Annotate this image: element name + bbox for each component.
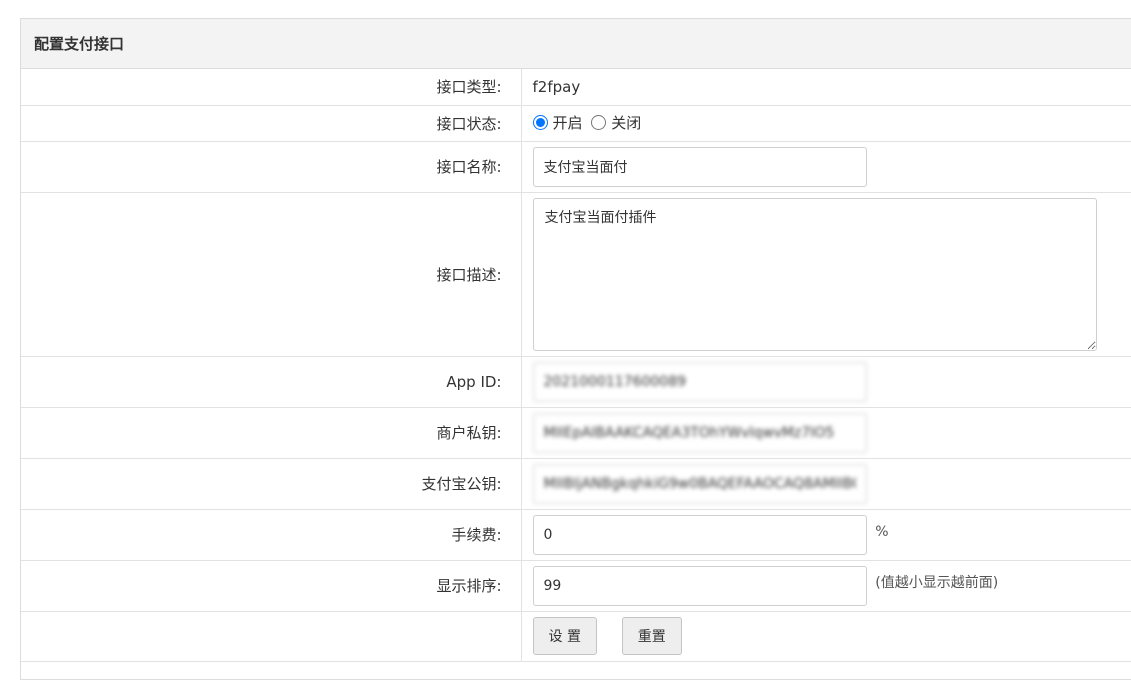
form-row-fee: 手续费: % [21, 509, 1131, 561]
app-id-input[interactable] [532, 361, 867, 402]
sort-input[interactable] [532, 565, 867, 606]
private-key-label: 商户私钥: [21, 407, 522, 459]
form-row-sort: 显示排序: (值越小显示越前面) [21, 560, 1131, 612]
name-input[interactable] [532, 146, 867, 187]
fee-label: 手续费: [21, 509, 522, 561]
form-row-private-key: 商户私钥: [21, 407, 1131, 459]
form-row-public-key: 支付宝公钥: [21, 458, 1131, 510]
status-on-radio[interactable] [532, 115, 548, 130]
submit-button[interactable]: 设 置 [532, 617, 597, 655]
form-row-status: 接口状态: 开启 关闭 [21, 105, 1131, 142]
type-value: f2fpay [532, 77, 581, 96]
form-row-type: 接口类型: f2fpay [21, 69, 1131, 106]
description-label: 接口描述: [21, 192, 522, 357]
status-off-radio[interactable] [591, 115, 607, 130]
config-form: 接口类型: f2fpay 接口状态: 开启 关闭 接口名称: 接口描述: 支 [21, 69, 1131, 662]
sort-hint: (值越小显示越前面) [875, 575, 999, 591]
form-row-app-id: App ID: [21, 356, 1131, 408]
status-off-option[interactable]: 关闭 [591, 112, 641, 133]
name-label: 接口名称: [21, 141, 522, 193]
public-key-input[interactable] [532, 463, 867, 504]
status-on-label: 开启 [552, 114, 583, 132]
app-id-label: App ID: [21, 356, 522, 408]
config-panel: 配置支付接口 接口类型: f2fpay 接口状态: 开启 关闭 接口名称: 支付… [20, 18, 1131, 680]
form-row-name: 接口名称: [21, 141, 1131, 193]
public-key-label: 支付宝公钥: [21, 458, 522, 510]
sort-label: 显示排序: [21, 560, 522, 612]
status-off-label: 关闭 [611, 114, 642, 132]
actions-label-cell [21, 611, 522, 662]
fee-input[interactable] [532, 514, 867, 555]
private-key-input[interactable] [532, 412, 867, 453]
type-label: 接口类型: [21, 69, 522, 106]
form-row-actions: 设 置 重置 [21, 611, 1131, 662]
panel-title: 配置支付接口 [21, 19, 1131, 69]
status-on-option[interactable]: 开启 [532, 112, 583, 133]
form-row-description: 接口描述: 支付宝当面付插件 [21, 192, 1131, 357]
reset-button[interactable]: 重置 [621, 617, 682, 655]
status-label: 接口状态: [21, 105, 522, 142]
fee-percent-suffix: % [875, 524, 889, 540]
description-textarea[interactable]: 支付宝当面付插件 [532, 197, 1097, 351]
